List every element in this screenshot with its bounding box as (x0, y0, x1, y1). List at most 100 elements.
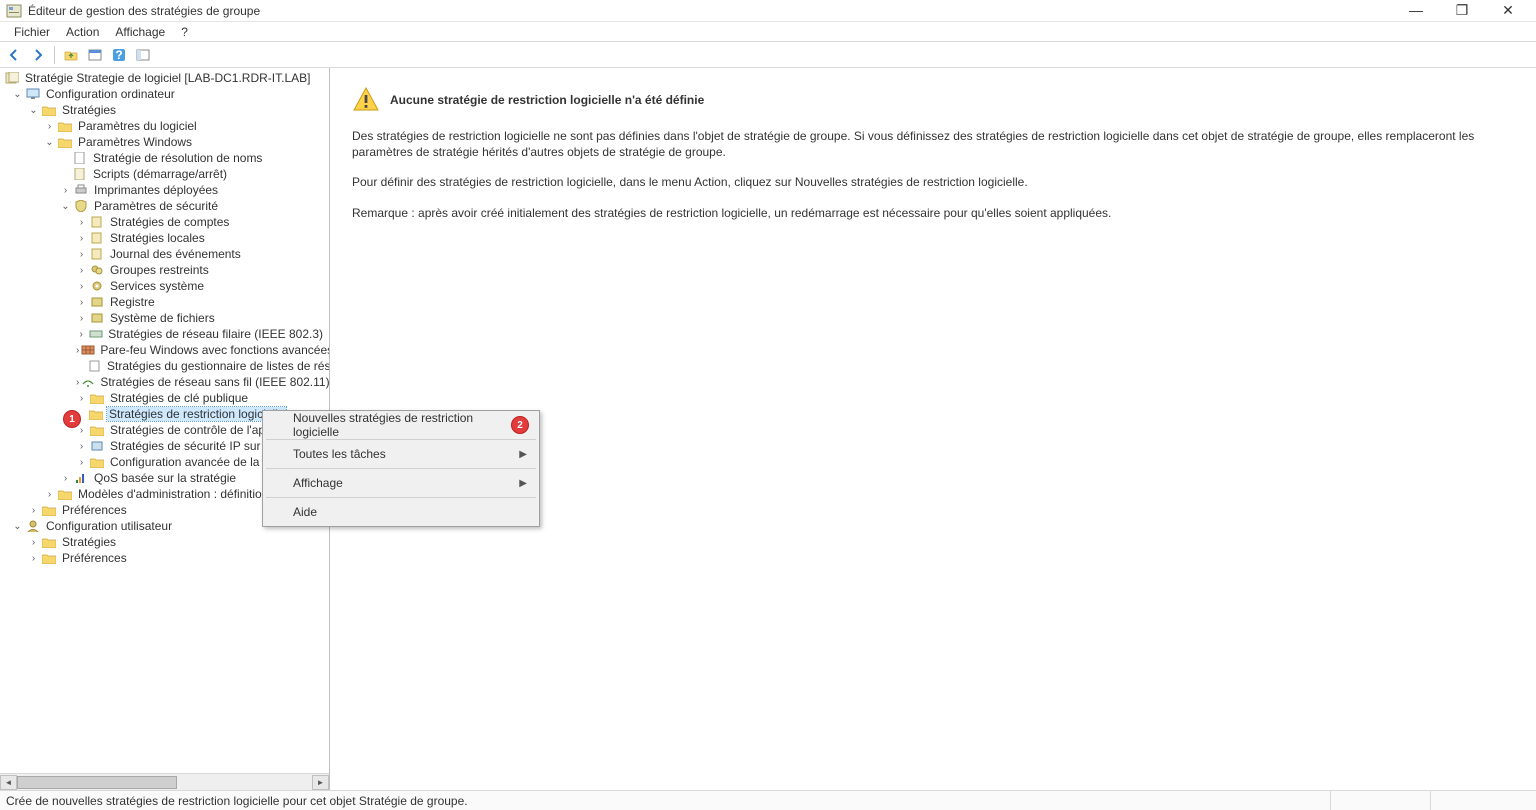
expand-icon[interactable]: › (76, 297, 87, 308)
tree-locales[interactable]: ›Stratégies locales (0, 230, 329, 246)
printer-icon (73, 183, 89, 197)
show-hide-button[interactable] (133, 45, 153, 65)
folder-icon (41, 551, 57, 565)
scroll-left-button[interactable]: ◄ (0, 775, 17, 790)
tree-strategies[interactable]: ⌄Stratégies (0, 102, 329, 118)
tree-comptes[interactable]: ›Stratégies de comptes (0, 214, 329, 230)
expand-icon[interactable]: › (76, 249, 87, 260)
expand-icon[interactable]: › (28, 553, 39, 564)
shield-icon (73, 199, 89, 213)
expand-icon[interactable]: › (76, 377, 79, 388)
tree-gest-listes[interactable]: Stratégies du gestionnaire de listes de … (0, 358, 329, 374)
menu-all-tasks[interactable]: Toutes les tâches▶ (265, 442, 537, 466)
expand-icon[interactable]: › (76, 345, 79, 356)
annotation-badge-2: 2 (511, 416, 529, 434)
ipsec-icon (89, 439, 105, 453)
tree-params-windows[interactable]: ⌄Paramètres Windows (0, 134, 329, 150)
collapse-icon[interactable]: ⌄ (28, 105, 39, 116)
tree-parefeu[interactable]: ›Pare-feu Windows avec fonctions avancée… (0, 342, 329, 358)
expand-icon[interactable]: › (28, 537, 39, 548)
expand-icon[interactable]: › (60, 473, 71, 484)
tree-filaire[interactable]: ›Stratégies de réseau filaire (IEEE 802.… (0, 326, 329, 342)
expand-icon[interactable]: › (76, 281, 87, 292)
menu-view[interactable]: Affichage▶ (265, 471, 537, 495)
tree-sansfil[interactable]: ›Stratégies de réseau sans fil (IEEE 802… (0, 374, 329, 390)
menu-new-srp[interactable]: Nouvelles stratégies de restriction logi… (265, 413, 537, 437)
expand-icon[interactable]: › (76, 393, 87, 404)
policy-icon (89, 231, 105, 245)
expand-icon[interactable]: › (76, 329, 86, 340)
tree-conf-ordi[interactable]: ⌄Configuration ordinateur (0, 86, 329, 102)
title-bar: Éditeur de gestion des stratégies de gro… (0, 0, 1536, 22)
content-title: Aucune stratégie de restriction logiciel… (390, 93, 704, 107)
tree-registre[interactable]: ›Registre (0, 294, 329, 310)
expand-icon[interactable]: › (44, 489, 55, 500)
minimize-button[interactable]: — (1402, 2, 1430, 19)
menu-view[interactable]: Affichage (107, 23, 173, 41)
folder-icon (41, 535, 57, 549)
folder-icon (57, 135, 73, 149)
menu-action[interactable]: Action (58, 23, 107, 41)
collapse-icon[interactable]: ⌄ (12, 521, 23, 532)
collapse-icon[interactable]: ⌄ (44, 137, 55, 148)
menu-item-label: Nouvelles stratégies de restriction logi… (293, 411, 509, 439)
menu-item-label: Aide (293, 505, 317, 519)
toolbar-separator (54, 46, 55, 64)
tree-services[interactable]: ›Services système (0, 278, 329, 294)
menu-item-label: Affichage (293, 476, 343, 490)
tree-journal[interactable]: ›Journal des événements (0, 246, 329, 262)
tree-preferences2[interactable]: ›Préférences (0, 550, 329, 566)
tree-horizontal-scrollbar[interactable]: ◄ ► (0, 773, 329, 790)
menu-help[interactable]: Aide (265, 500, 537, 524)
tree-cle-pub[interactable]: ›Stratégies de clé publique (0, 390, 329, 406)
annotation-badge-1: 1 (63, 410, 81, 428)
folder-icon (89, 423, 105, 437)
policy-icon (89, 215, 105, 229)
tree-imprimantes[interactable]: ›Imprimantes déployées (0, 182, 329, 198)
expand-icon[interactable]: › (76, 233, 87, 244)
back-button[interactable] (4, 45, 24, 65)
expand-icon[interactable]: › (76, 217, 87, 228)
properties-button[interactable] (85, 45, 105, 65)
expand-icon[interactable]: › (76, 313, 87, 324)
scroll-thumb[interactable] (17, 776, 177, 789)
svg-text:?: ? (115, 48, 122, 62)
menu-separator (266, 497, 536, 498)
expand-icon[interactable]: › (76, 265, 87, 276)
network-list-icon (88, 359, 102, 373)
tree-groupes[interactable]: ›Groupes restreints (0, 262, 329, 278)
up-folder-button[interactable] (61, 45, 81, 65)
tree-root[interactable]: Stratégie Strategie de logiciel [LAB-DC1… (0, 70, 329, 86)
filesystem-icon (89, 311, 105, 325)
tree-scripts[interactable]: Scripts (démarrage/arrêt) (0, 166, 329, 182)
tree-params-secu[interactable]: ⌄Paramètres de sécurité (0, 198, 329, 214)
scroll-right-button[interactable]: ► (312, 775, 329, 790)
menu-file[interactable]: Fichier (6, 23, 58, 41)
tree-res-noms[interactable]: Stratégie de résolution de noms (0, 150, 329, 166)
content-paragraph: Pour définir des stratégies de restricti… (352, 174, 1514, 190)
help-button[interactable]: ? (109, 45, 129, 65)
menu-help[interactable]: ? (173, 23, 196, 41)
forward-button[interactable] (28, 45, 48, 65)
tree-params-logiciel[interactable]: ›Paramètres du logiciel (0, 118, 329, 134)
collapse-icon[interactable]: ⌄ (60, 201, 71, 212)
collapse-icon[interactable]: ⌄ (12, 89, 23, 100)
wired-icon (88, 327, 103, 341)
tree-fichiers[interactable]: ›Système de fichiers (0, 310, 329, 326)
maximize-button[interactable]: ❐ (1448, 2, 1476, 19)
scroll-track[interactable] (17, 775, 312, 790)
expand-icon[interactable]: › (76, 425, 87, 436)
expand-icon[interactable]: › (76, 441, 87, 452)
close-button[interactable]: ✕ (1494, 2, 1522, 19)
expand-icon[interactable]: › (60, 185, 71, 196)
menu-separator (266, 439, 536, 440)
expand-icon[interactable]: › (28, 505, 39, 516)
tree-strategies2[interactable]: ›Stratégies (0, 534, 329, 550)
folder-icon (57, 119, 73, 133)
content-paragraph: Des stratégies de restriction logicielle… (352, 128, 1514, 160)
registry-icon (89, 295, 105, 309)
expand-icon[interactable]: › (44, 121, 55, 132)
content-paragraph: Remarque : après avoir créé initialement… (352, 205, 1514, 221)
menu-item-label: Toutes les tâches (293, 447, 386, 461)
expand-icon[interactable]: › (76, 457, 87, 468)
